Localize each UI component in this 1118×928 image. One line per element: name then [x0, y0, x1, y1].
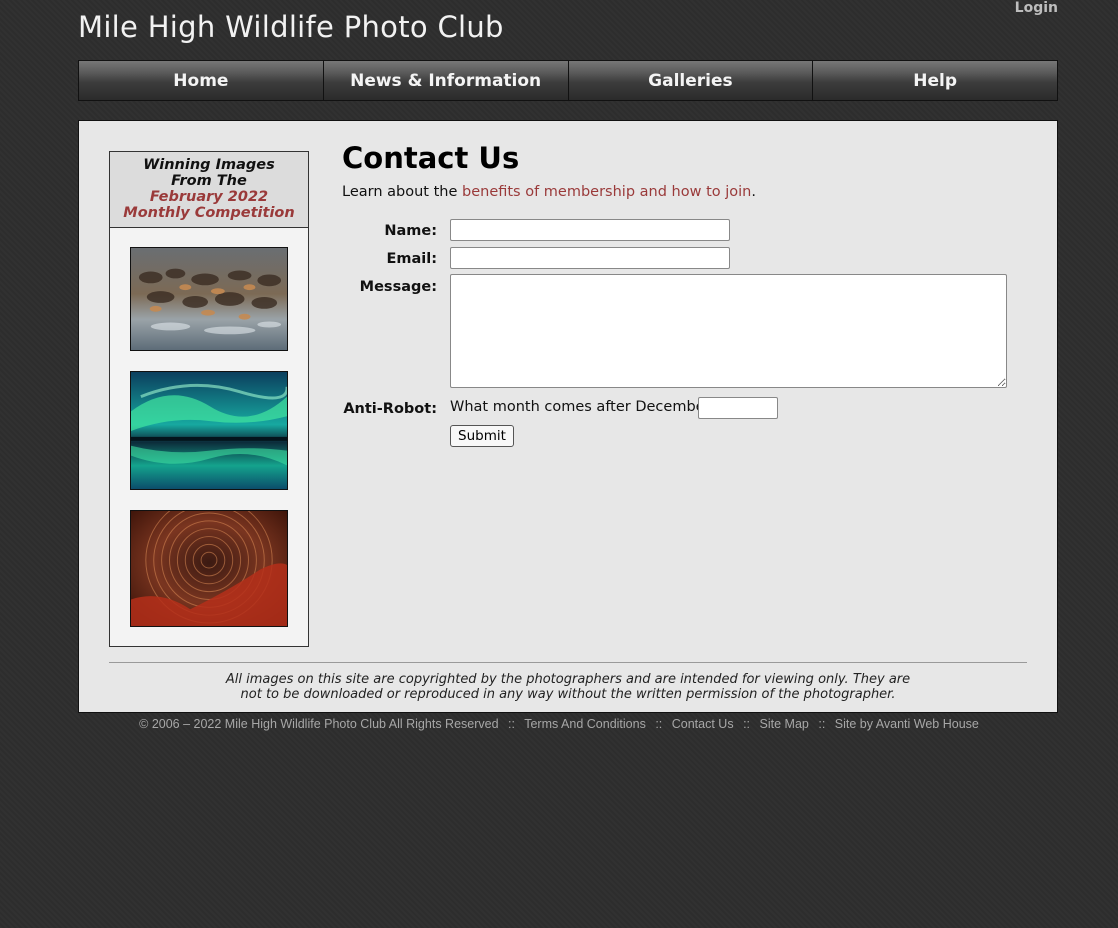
star-trails-photo	[131, 511, 287, 626]
footer-separator: ::	[818, 717, 826, 731]
anti-robot-field[interactable]	[698, 397, 778, 419]
footer-link-terms[interactable]: Terms And Conditions	[524, 717, 646, 731]
copyright-text: © 2006 – 2022 Mile High Wildlife Photo C…	[139, 717, 499, 731]
message-label: Message:	[359, 279, 437, 295]
disclaimer-line: All images on this site are copyrighted …	[225, 672, 911, 687]
anti-robot-label: Anti-Robot:	[343, 401, 437, 417]
login-link[interactable]: Login	[1015, 0, 1058, 16]
winning-image-wildebeest[interactable]	[130, 247, 288, 351]
submit-button[interactable]: Submit	[450, 425, 514, 447]
main-panel: Winning Images From The February 2022 Mo…	[78, 120, 1058, 713]
message-field[interactable]	[450, 274, 1007, 388]
sidebar-header-competition: Monthly Competition	[123, 205, 295, 221]
footer-separator: ::	[743, 717, 751, 731]
aurora-photo	[131, 372, 287, 489]
contact-form: Name: Email: Message: Anti-Robot: What m…	[342, 121, 1042, 481]
copyright-disclaimer: All images on this site are copyrighted …	[109, 672, 1027, 702]
disclaimer-line: not to be downloaded or reproduced in an…	[240, 687, 896, 702]
name-label: Name:	[384, 223, 437, 239]
sidebar-header: Winning Images From The February 2022 Mo…	[110, 152, 308, 228]
winning-images-sidebar: Winning Images From The February 2022 Mo…	[109, 151, 309, 647]
footer-divider	[109, 662, 1027, 663]
wildebeest-photo	[131, 248, 287, 350]
nav-item-help[interactable]: Help	[813, 61, 1057, 100]
footer-link-site-map[interactable]: Site Map	[760, 717, 809, 731]
winning-image-star-trails[interactable]	[130, 510, 288, 627]
footer-separator: ::	[508, 717, 515, 731]
name-field[interactable]	[450, 219, 730, 241]
sidebar-header-line: From The	[171, 173, 247, 189]
anti-robot-question: What month comes after December?	[450, 399, 719, 415]
site-title: Mile High Wildlife Photo Club	[78, 10, 504, 44]
nav-item-news-information[interactable]: News & Information	[323, 61, 569, 100]
nav-item-galleries[interactable]: Galleries	[568, 61, 814, 100]
sidebar-header-month: February 2022	[149, 189, 269, 205]
winning-image-aurora[interactable]	[130, 371, 288, 490]
site-footer: © 2006 – 2022 Mile High Wildlife Photo C…	[0, 717, 1118, 731]
email-label: Email:	[386, 251, 437, 267]
footer-separator: ::	[655, 717, 663, 731]
main-nav: Home News & Information Galleries Help	[78, 60, 1058, 101]
nav-item-home[interactable]: Home	[79, 61, 324, 100]
footer-link-avanti[interactable]: Site by Avanti Web House	[835, 717, 979, 731]
email-field[interactable]	[450, 247, 730, 269]
footer-link-contact[interactable]: Contact Us	[672, 717, 734, 731]
sidebar-header-line: Winning Images	[143, 157, 275, 173]
